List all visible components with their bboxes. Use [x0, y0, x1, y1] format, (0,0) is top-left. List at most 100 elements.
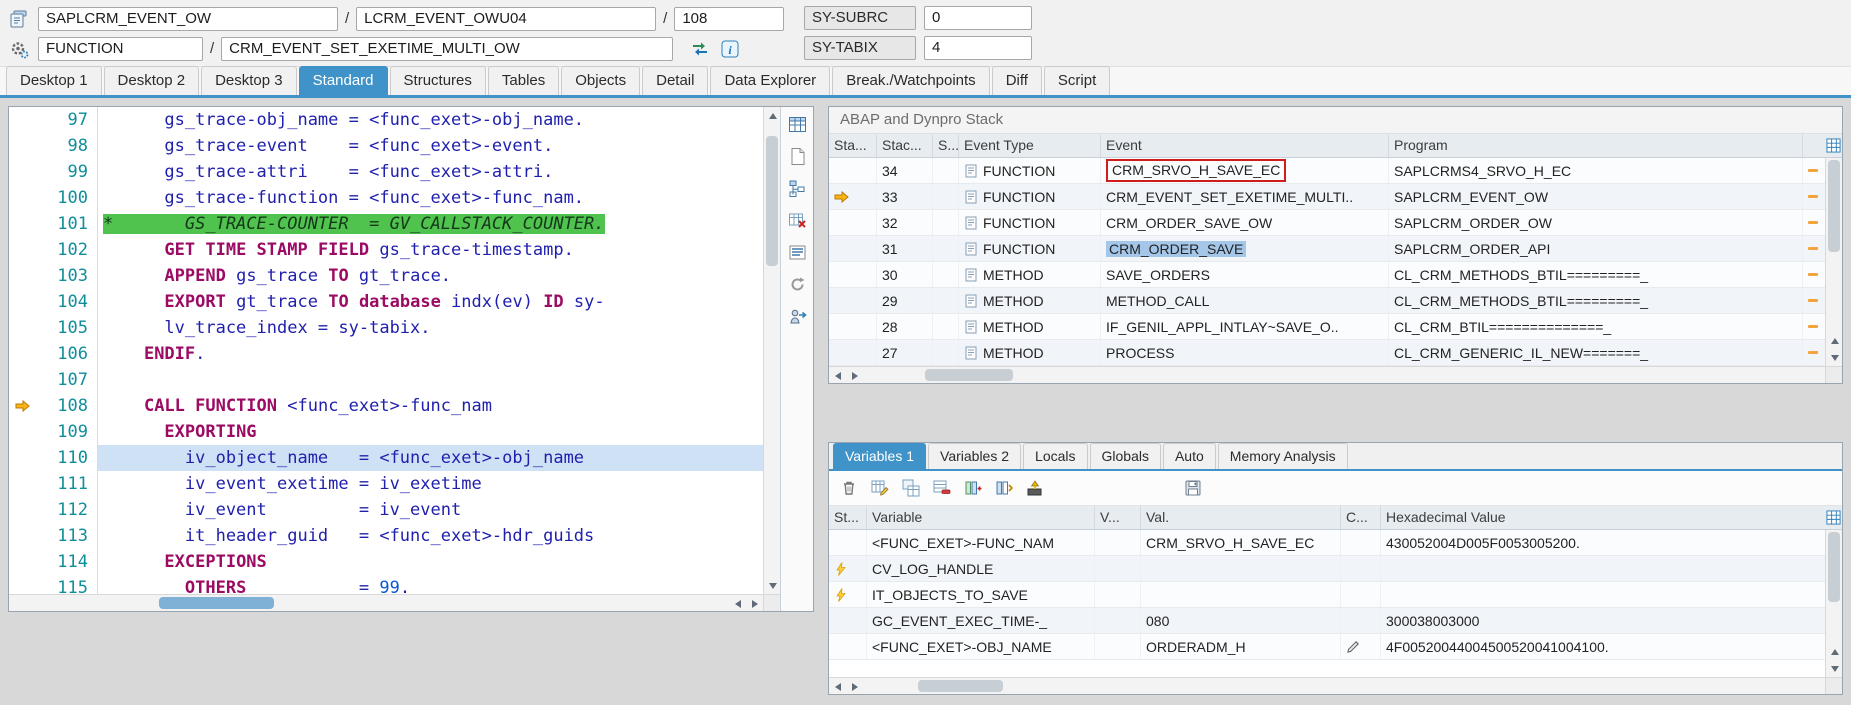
line-number[interactable]: 103 — [37, 263, 97, 289]
code-line-110[interactable]: 110 iv_object_name = <func_exet>-obj_nam… — [9, 445, 763, 471]
code-line-111[interactable]: 111 iv_event_exetime = iv_exetime — [9, 471, 763, 497]
scroll-up-button[interactable] — [1826, 332, 1843, 349]
tab-script[interactable]: Script — [1043, 66, 1111, 95]
code-line-115[interactable]: 115 OTHERS = 99. — [9, 575, 763, 594]
column-header-variable[interactable]: Variable — [867, 506, 1095, 529]
column-header-sta[interactable]: Sta... — [829, 134, 877, 157]
breakpoint-gutter[interactable] — [9, 419, 37, 445]
tab-data-explorer[interactable]: Data Explorer — [710, 66, 831, 95]
breakpoint-gutter[interactable] — [9, 263, 37, 289]
scroll-right-button[interactable] — [846, 367, 863, 384]
stack-event-cell[interactable]: IF_GENIL_APPL_INTLAY~SAVE_O.. — [1101, 314, 1389, 339]
breakpoint-gutter[interactable] — [9, 133, 37, 159]
tab-desktop-2[interactable]: Desktop 2 — [103, 66, 200, 95]
line-number[interactable]: 115 — [37, 575, 97, 594]
scrollbar-thumb[interactable] — [1828, 532, 1840, 602]
column-header-c[interactable]: C... — [1341, 506, 1381, 529]
variables-horizontal-scrollbar[interactable] — [829, 677, 1842, 694]
stack-row-28[interactable]: 28 METHOD IF_GENIL_APPL_INTLAY~SAVE_O.. CL_… — [829, 314, 1825, 340]
table-button[interactable] — [786, 113, 808, 135]
scroll-down-button[interactable] — [1826, 660, 1843, 677]
scrollbar-track[interactable] — [863, 367, 1825, 383]
breakpoint-gutter[interactable] — [9, 237, 37, 263]
column-header-stac[interactable]: Stac... — [877, 134, 933, 157]
variable-name-cell[interactable]: IT_OBJECTS_TO_SAVE — [867, 582, 1095, 607]
stack-event-cell[interactable]: CRM_ORDER_SAVE — [1101, 236, 1389, 261]
scroll-left-button[interactable] — [829, 367, 846, 384]
event-type-field[interactable]: FUNCTION — [38, 36, 203, 61]
include-field[interactable]: LCRM_EVENT_OWU04 — [356, 6, 657, 31]
variable-value-cell[interactable]: CRM_SRVO_H_SAVE_EC — [1141, 530, 1341, 555]
scrollbar-thumb[interactable] — [766, 136, 778, 266]
tab-break-watchpoints[interactable]: Break./Watchpoints — [832, 66, 990, 95]
code-line-101[interactable]: 101 * GS_TRACE-COUNTER = GV_CALLSTACK_COU… — [9, 211, 763, 237]
scroll-up-button[interactable] — [764, 107, 780, 124]
export-button[interactable] — [786, 305, 808, 327]
column-header-event-type[interactable]: Event Type — [959, 134, 1101, 157]
line-number[interactable]: 106 — [37, 341, 97, 367]
delete-row-button[interactable] — [931, 477, 953, 499]
column-header-st[interactable]: St... — [829, 506, 867, 529]
stack-row-33[interactable]: 33 FUNCTION CRM_EVENT_SET_EXETIME_MULTI.. S… — [829, 184, 1825, 210]
line-number[interactable]: 101 — [37, 211, 97, 237]
line-number[interactable]: 109 — [37, 419, 97, 445]
sy-subrc-value-field[interactable]: 0 — [924, 6, 1032, 30]
variables-vertical-scrollbar[interactable] — [1825, 530, 1842, 677]
import-button[interactable] — [1024, 477, 1046, 499]
stack-row-29[interactable]: 29 METHOD METHOD_CALL CL_CRM_METHODS_BTIL==… — [829, 288, 1825, 314]
variable-change-cell[interactable] — [1341, 634, 1381, 659]
stack-event-cell[interactable]: CRM_EVENT_SET_EXETIME_MULTI.. — [1101, 184, 1389, 209]
breakpoint-gutter[interactable] — [9, 575, 37, 594]
stack-event-cell[interactable]: CRM_ORDER_SAVE_OW — [1101, 210, 1389, 235]
stack-horizontal-scrollbar[interactable] — [829, 366, 1842, 383]
variable-value-cell[interactable]: 080 — [1141, 608, 1341, 633]
variable-row-it-objects-to-save[interactable]: IT_OBJECTS_TO_SAVE — [829, 582, 1825, 608]
variable-change-cell[interactable] — [1341, 608, 1381, 633]
code-line-109[interactable]: 109 EXPORTING — [9, 419, 763, 445]
scrollbar-thumb[interactable] — [159, 597, 274, 609]
variable-value-cell[interactable]: ORDERADM_H — [1141, 634, 1341, 659]
variable-change-cell[interactable] — [1341, 556, 1381, 581]
tab-tables[interactable]: Tables — [487, 66, 560, 95]
stack-event-cell[interactable]: CRM_SRVO_H_SAVE_EC — [1101, 158, 1389, 183]
tab-auto[interactable]: Auto — [1162, 443, 1216, 469]
line-number[interactable]: 99 — [37, 159, 97, 185]
breakpoint-gutter[interactable] — [9, 107, 37, 133]
tab-locals[interactable]: Locals — [1023, 443, 1088, 469]
scroll-down-button[interactable] — [764, 577, 780, 594]
breakpoint-gutter[interactable] — [9, 341, 37, 367]
stack-row-31[interactable]: 31 FUNCTION CRM_ORDER_SAVE SAPLCRM_ORDER_AP… — [829, 236, 1825, 262]
tab-desktop-3[interactable]: Desktop 3 — [201, 66, 297, 95]
variable-value-cell[interactable] — [1141, 582, 1341, 607]
code-line-98[interactable]: 98 gs_trace-event = <func_exet>-event. — [9, 133, 763, 159]
column-header-program[interactable]: Program — [1389, 134, 1803, 157]
code-line-107[interactable]: 107 — [9, 367, 763, 393]
column-header-s[interactable]: S... — [933, 134, 959, 157]
tab-desktop-1[interactable]: Desktop 1 — [6, 66, 102, 95]
line-number[interactable]: 113 — [37, 523, 97, 549]
breakpoint-gutter[interactable] — [9, 497, 37, 523]
tab-variables-2[interactable]: Variables 2 — [928, 443, 1022, 469]
copy-table-button[interactable] — [900, 477, 922, 499]
code-line-103[interactable]: 103 APPEND gs_trace TO gt_trace. — [9, 263, 763, 289]
tab-detail[interactable]: Detail — [642, 66, 709, 95]
code-line-102[interactable]: 102 GET TIME STAMP FIELD gs_trace-timest… — [9, 237, 763, 263]
scrollbar-thumb[interactable] — [918, 680, 1003, 692]
code-line-97[interactable]: 97 gs_trace-obj_name = <func_exet>-obj_n… — [9, 107, 763, 133]
variable-name-cell[interactable]: GC_EVENT_EXEC_TIME-_ — [867, 608, 1095, 633]
scrollbar-track[interactable] — [764, 124, 780, 577]
list-button[interactable] — [786, 241, 808, 263]
line-number[interactable]: 107 — [37, 367, 97, 393]
breakpoint-gutter[interactable] — [9, 185, 37, 211]
variable-row-func-exet-func-nam[interactable]: <FUNC_EXET>-FUNC_NAM CRM_SRVO_H_SAVE_EC 43… — [829, 530, 1825, 556]
editor-horizontal-scrollbar[interactable] — [9, 594, 780, 611]
variable-row-func-exet-obj-name[interactable]: <FUNC_EXET>-OBJ_NAME ORDERADM_H 4F00520044… — [829, 634, 1825, 660]
code-line-112[interactable]: 112 iv_event = iv_event — [9, 497, 763, 523]
tab-variables-1[interactable]: Variables 1 — [833, 443, 927, 469]
new-page-button[interactable] — [786, 145, 808, 167]
scroll-up-button[interactable] — [1826, 643, 1843, 660]
scrollbar-track[interactable] — [1826, 158, 1842, 332]
breakpoint-gutter[interactable] — [9, 367, 37, 393]
stack-event-cell[interactable]: METHOD_CALL — [1101, 288, 1389, 313]
line-number[interactable]: 104 — [37, 289, 97, 315]
